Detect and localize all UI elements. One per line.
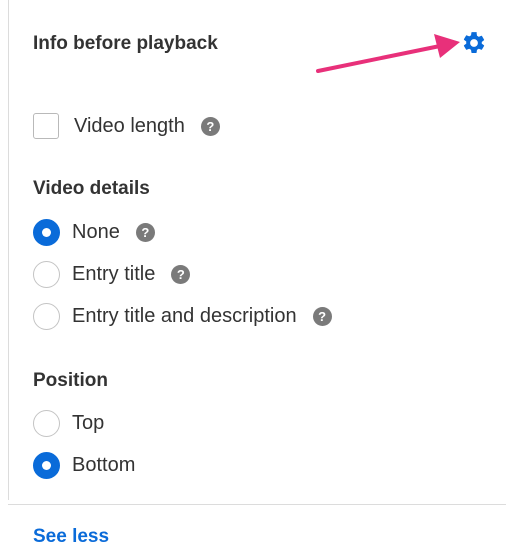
radio-label-entry-title: Entry title xyxy=(72,262,156,285)
video-details-option-entry-title-and-description[interactable]: Entry title and description ? xyxy=(33,301,332,331)
annotation-arrow-icon xyxy=(316,34,460,73)
radio-label-top: Top xyxy=(72,411,105,434)
gear-icon[interactable] xyxy=(461,30,487,56)
video-length-option[interactable]: Video length ? xyxy=(33,111,220,141)
section-title-info-before-playback: Info before playback xyxy=(33,33,218,54)
radio-top[interactable] xyxy=(33,409,60,437)
radio-label-none: None xyxy=(72,220,120,243)
see-less-link[interactable]: See less xyxy=(33,526,109,548)
radio-bottom[interactable] xyxy=(33,451,60,479)
radio-selected-dot xyxy=(42,227,51,237)
radio-none[interactable] xyxy=(33,218,60,246)
position-option-top[interactable]: Top xyxy=(33,408,104,438)
radio-entry-title[interactable] xyxy=(33,260,60,288)
section-title-video-details: Video details xyxy=(33,178,150,199)
position-option-bottom[interactable]: Bottom xyxy=(33,450,135,480)
help-icon[interactable]: ? xyxy=(312,306,332,326)
help-icon[interactable]: ? xyxy=(200,116,220,136)
video-length-checkbox[interactable] xyxy=(33,113,59,139)
radio-label-entry-title-and-description: Entry title and description xyxy=(72,304,297,327)
radio-selected-dot xyxy=(42,460,51,470)
panel-left-border xyxy=(8,0,9,500)
section-title-position: Position xyxy=(33,370,108,391)
radio-label-bottom: Bottom xyxy=(72,453,136,476)
video-details-option-entry-title[interactable]: Entry title ? xyxy=(33,259,191,289)
radio-entry-title-and-description[interactable] xyxy=(33,302,60,330)
help-icon[interactable]: ? xyxy=(171,264,191,284)
video-length-label: Video length xyxy=(74,114,185,137)
help-icon[interactable]: ? xyxy=(135,222,155,242)
footer-divider xyxy=(8,504,506,505)
video-details-option-none[interactable]: None ? xyxy=(33,217,155,247)
